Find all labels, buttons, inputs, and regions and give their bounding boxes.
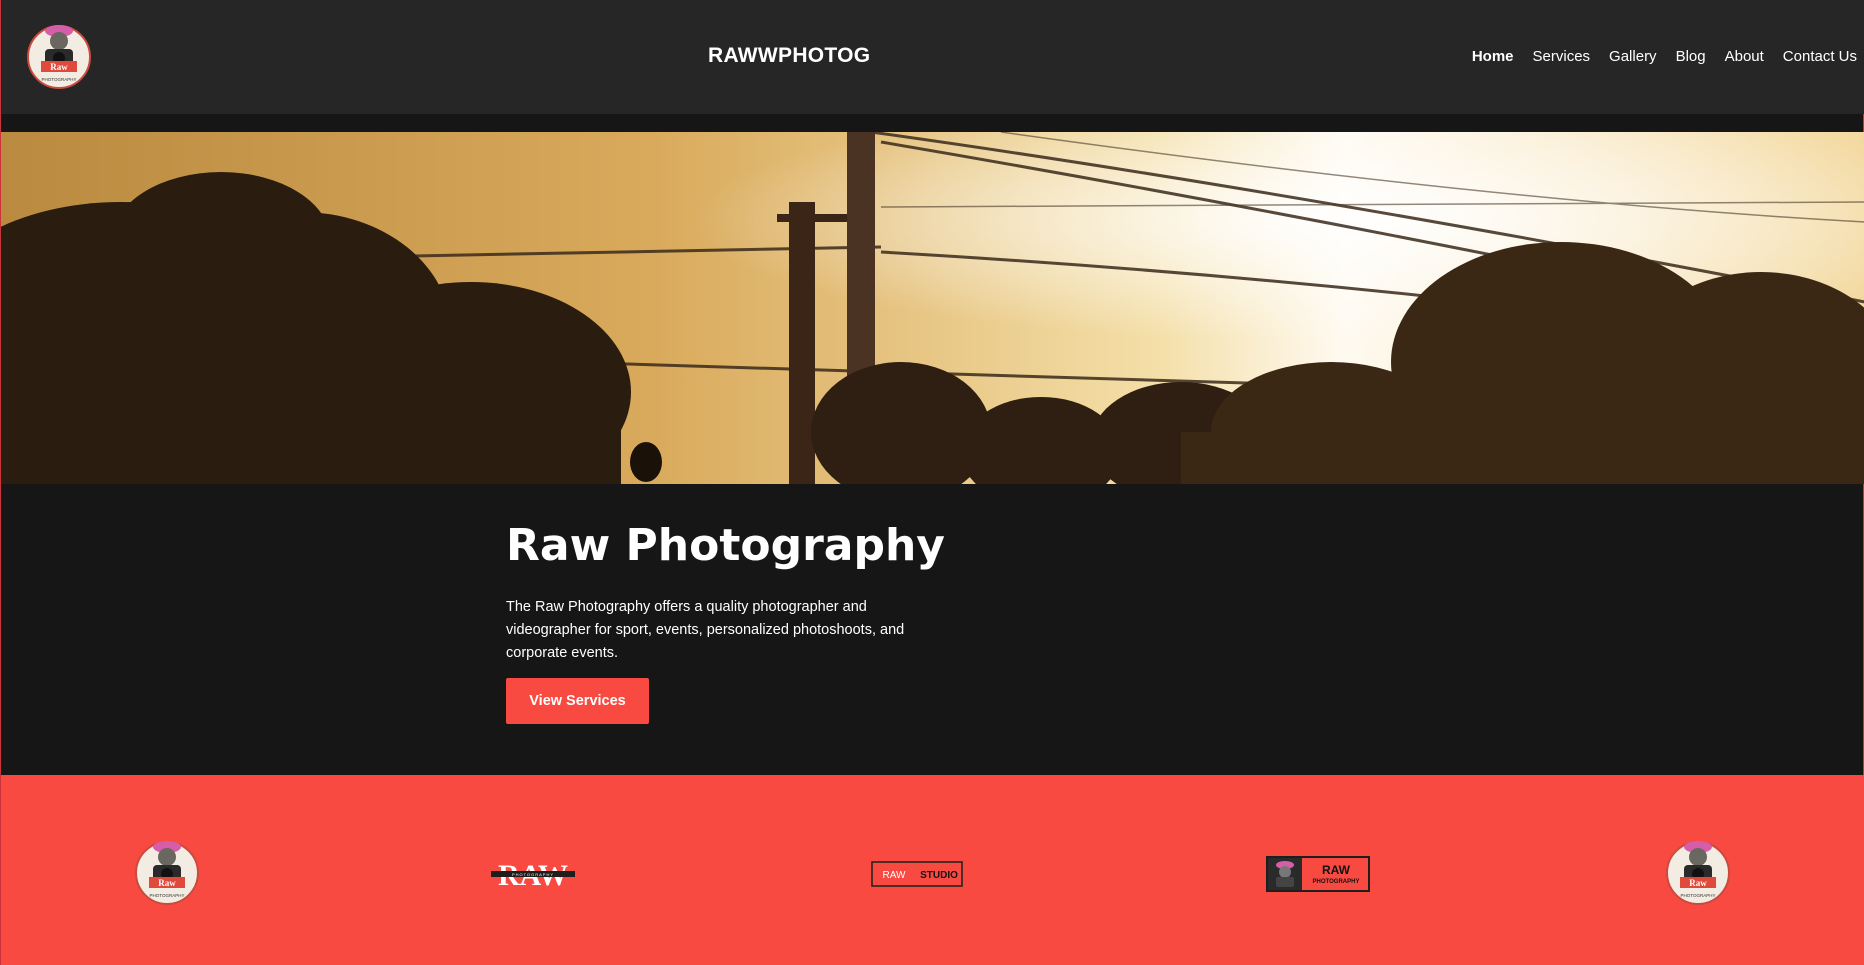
svg-text:PHOTOGRAPHY: PHOTOGRAPHY — [150, 893, 185, 898]
site-title[interactable]: RAWWPHOTOG — [708, 44, 870, 68]
hero-description: The Raw Photography offers a quality pho… — [506, 599, 905, 661]
partner-logos-band: Raw PHOTOGRAPHY RAW PHOTOGRAPHY RAW STUD… — [1, 775, 1864, 965]
page-title: Raw Photography — [506, 520, 945, 571]
svg-text:RAW: RAW — [1322, 863, 1351, 877]
svg-text:STUDIO: STUDIO — [920, 870, 958, 881]
svg-text:RAW: RAW — [883, 870, 907, 881]
nav-item-about[interactable]: About — [1725, 48, 1764, 65]
nav-item-contact-us[interactable]: Contact Us — [1783, 48, 1857, 65]
partner-logo-4[interactable]: RAW PHOTOGRAPHY — [1266, 856, 1370, 897]
main-nav: Home Services Gallery Blog About Contact… — [1453, 48, 1857, 65]
nav-item-services[interactable]: Services — [1533, 48, 1591, 65]
partner-logo-1[interactable]: Raw PHOTOGRAPHY — [134, 835, 200, 910]
site-logo[interactable]: Raw PHOTOGRAPHY — [27, 19, 91, 89]
partner-logo-3[interactable]: RAW STUDIO — [871, 861, 963, 892]
svg-text:PHOTOGRAPHY: PHOTOGRAPHY — [42, 77, 77, 82]
hero-image — [1, 132, 1864, 484]
svg-text:PHOTOGRAPHY: PHOTOGRAPHY — [1313, 879, 1360, 885]
svg-text:Raw: Raw — [1689, 878, 1707, 888]
view-services-button[interactable]: View Services — [506, 678, 649, 724]
nav-item-gallery[interactable]: Gallery — [1609, 48, 1657, 65]
hero-intro: Raw Photography The Raw Photography offe… — [506, 518, 946, 665]
partner-logo-5[interactable]: Raw PHOTOGRAPHY — [1665, 835, 1731, 910]
site-header: Raw PHOTOGRAPHY RAWWPHOTOG Home Services… — [1, 0, 1864, 114]
svg-text:PHOTOGRAPHY: PHOTOGRAPHY — [1681, 893, 1716, 898]
svg-text:PHOTOGRAPHY: PHOTOGRAPHY — [512, 872, 554, 877]
nav-item-home[interactable]: Home — [1472, 48, 1514, 65]
page: Raw PHOTOGRAPHY RAWWPHOTOG Home Services… — [0, 0, 1864, 965]
svg-text:Raw: Raw — [50, 62, 68, 72]
partner-logo-2[interactable]: RAW PHOTOGRAPHY — [491, 859, 575, 894]
svg-text:Raw: Raw — [158, 878, 176, 888]
nav-item-blog[interactable]: Blog — [1676, 48, 1706, 65]
